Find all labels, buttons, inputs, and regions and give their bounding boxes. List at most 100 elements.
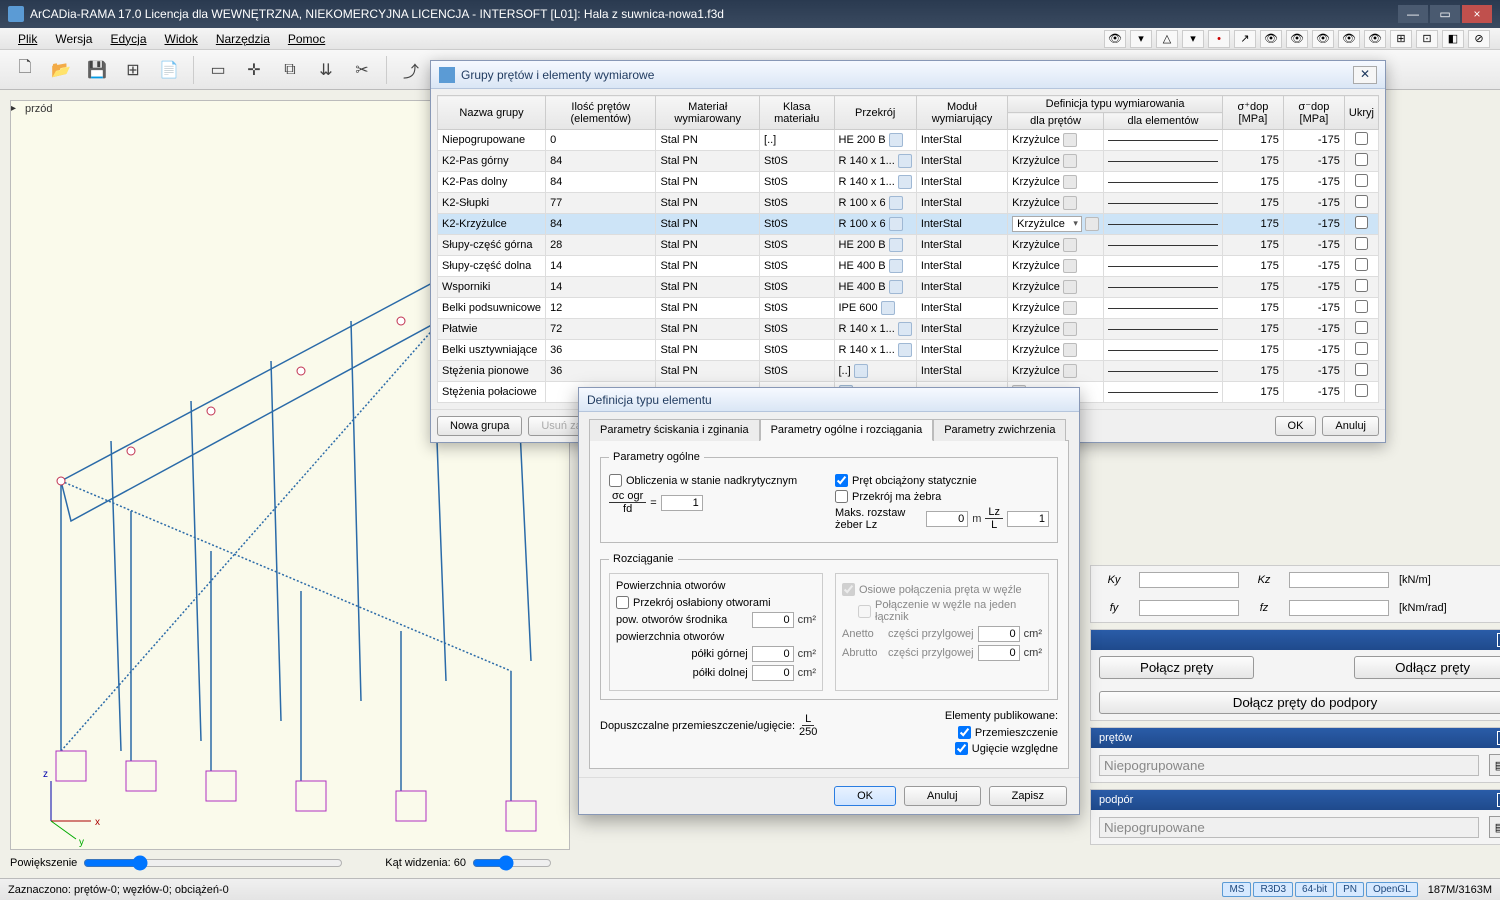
section-edit-icon[interactable] [881, 301, 895, 315]
def-edit-icon[interactable] [1063, 343, 1077, 357]
new-group-button[interactable]: Nowa grupa [437, 416, 522, 436]
element-def-line[interactable] [1108, 182, 1218, 183]
toolbar-view-12[interactable]: ⊞ [1390, 30, 1412, 48]
def-ok-button[interactable]: OK [834, 786, 896, 806]
table-row[interactable]: K2-Krzyżulce84Stal PNSt0SR 100 x 6 Inter… [438, 214, 1379, 235]
ribs-lz-field[interactable] [926, 511, 968, 527]
groups-ok-button[interactable]: OK [1275, 416, 1317, 436]
toolbar-view-2[interactable]: ▾ [1130, 30, 1152, 48]
toolbar-view-11[interactable]: 👁 [1364, 30, 1386, 48]
toolbar-view-10[interactable]: 👁 [1338, 30, 1360, 48]
attach-support-button[interactable]: Dołącz pręty do podpory [1099, 691, 1500, 714]
def-edit-icon[interactable] [1085, 217, 1099, 231]
section-edit-icon[interactable] [898, 175, 912, 189]
col-hide[interactable]: Ukryj [1344, 96, 1378, 130]
element-def-line[interactable] [1108, 161, 1218, 162]
toolbar-view-3[interactable]: △ [1156, 30, 1178, 48]
sigma-ratio-field[interactable] [661, 495, 703, 511]
def-edit-icon[interactable] [1063, 280, 1077, 294]
minimize-button[interactable]: — [1398, 5, 1428, 23]
col-count[interactable]: Ilość prętów (elementów) [546, 96, 656, 130]
hide-checkbox[interactable] [1355, 279, 1368, 292]
def-edit-icon[interactable] [1063, 301, 1077, 315]
toolbar-view-4[interactable]: ▾ [1182, 30, 1204, 48]
table-row[interactable]: Belki usztywniające36Stal PNSt0SR 140 x … [438, 340, 1379, 361]
maximize-button[interactable]: ▭ [1430, 5, 1460, 23]
col-material[interactable]: Materiał wymiarowany [656, 96, 760, 130]
fz-field[interactable] [1289, 600, 1389, 616]
table-row[interactable]: Stężenia pionowe36Stal PNSt0S[..] InterS… [438, 361, 1379, 382]
hide-checkbox[interactable] [1355, 237, 1368, 250]
tool-frame[interactable]: ▭ [203, 55, 233, 85]
element-def-line[interactable] [1108, 224, 1218, 225]
groups-close-button[interactable]: ✕ [1353, 66, 1377, 84]
tab-ltb[interactable]: Parametry zwichrzenia [933, 419, 1066, 441]
table-row[interactable]: Płatwie72Stal PNSt0SR 140 x 1... InterSt… [438, 319, 1379, 340]
hide-checkbox[interactable] [1355, 258, 1368, 271]
tool-cut[interactable]: ✂ [347, 55, 377, 85]
def-edit-icon[interactable] [1063, 322, 1077, 336]
hide-checkbox[interactable] [1355, 216, 1368, 229]
hide-checkbox[interactable] [1355, 153, 1368, 166]
top-flange-holes-field[interactable] [752, 646, 794, 662]
def-save-button[interactable]: Zapisz [989, 786, 1067, 806]
tool-grid[interactable]: ⊞ [118, 55, 148, 85]
col-name[interactable]: Nazwa grupy [438, 96, 546, 130]
table-row[interactable]: Wsporniki14Stal PNSt0SHE 400 B InterStal… [438, 277, 1379, 298]
element-def-line[interactable] [1108, 392, 1218, 393]
menu-wersja[interactable]: Wersja [47, 30, 100, 48]
element-def-line[interactable] [1108, 140, 1218, 141]
element-def-line[interactable] [1108, 350, 1218, 351]
hide-checkbox[interactable] [1355, 321, 1368, 334]
def-edit-icon[interactable] [1063, 238, 1077, 252]
col-sp[interactable]: σ⁺dop [MPa] [1222, 96, 1283, 130]
chk-displacement[interactable]: Przemieszczenie [835, 726, 1058, 739]
menu-plik[interactable]: Plik [10, 30, 45, 48]
toolbar-view-8[interactable]: 👁 [1286, 30, 1308, 48]
toolbar-view-7[interactable]: 👁 [1260, 30, 1282, 48]
toolbar-view-1[interactable]: 👁 [1104, 30, 1126, 48]
hide-checkbox[interactable] [1355, 300, 1368, 313]
section-edit-icon[interactable] [889, 217, 903, 231]
ribs-ratio-field[interactable] [1007, 511, 1049, 527]
save-file-button[interactable]: 💾 [82, 55, 112, 85]
kz-field[interactable] [1289, 572, 1389, 588]
toolbar-view-6[interactable]: ↗ [1234, 30, 1256, 48]
section-edit-icon[interactable] [898, 154, 912, 168]
col-def[interactable]: Definicja typu wymiarowania [1008, 96, 1223, 113]
col-module[interactable]: Moduł wymiarujący [916, 96, 1007, 130]
col-def-e[interactable]: dla elementów [1103, 113, 1222, 130]
section-edit-icon[interactable] [898, 322, 912, 336]
section-edit-icon[interactable] [889, 133, 903, 147]
new-file-button[interactable]: 🗋 [10, 55, 40, 85]
group-supports-combo[interactable] [1099, 817, 1479, 838]
col-def-p[interactable]: dla prętów [1008, 113, 1104, 130]
groups-table[interactable]: Nazwa grupy Ilość prętów (elementów) Mat… [437, 95, 1379, 403]
chk-static[interactable]: Pręt obciążony statycznie [835, 474, 1049, 487]
table-row[interactable]: Słupy-część dolna14Stal PNSt0SHE 400 B I… [438, 256, 1379, 277]
def-edit-icon[interactable] [1063, 154, 1077, 168]
ky-field[interactable] [1139, 572, 1239, 588]
element-def-line[interactable] [1108, 203, 1218, 204]
abrutto-field[interactable] [978, 645, 1020, 661]
def-edit-icon[interactable] [1063, 196, 1077, 210]
section-edit-icon[interactable] [898, 343, 912, 357]
toolbar-view-15[interactable]: ⊘ [1468, 30, 1490, 48]
fov-slider[interactable] [472, 855, 552, 871]
element-def-line[interactable] [1108, 329, 1218, 330]
hide-checkbox[interactable] [1355, 132, 1368, 145]
section-edit-icon[interactable] [889, 259, 903, 273]
section-edit-icon[interactable] [854, 364, 868, 378]
tool-coord[interactable]: ⤴ [396, 55, 426, 85]
chk-supercritical[interactable]: Obliczenia w stanie nadkrytycznym [609, 474, 823, 487]
def-cancel-button[interactable]: Anuluj [904, 786, 981, 806]
tool-load[interactable]: ⇊ [311, 55, 341, 85]
join-bars-button[interactable]: Połącz pręty [1099, 656, 1254, 679]
split-bars-button[interactable]: Odłącz pręty [1354, 656, 1500, 679]
section-edit-icon[interactable] [889, 280, 903, 294]
toolbar-view-9[interactable]: 👁 [1312, 30, 1334, 48]
table-row[interactable]: K2-Pas górny84Stal PNSt0SR 140 x 1... In… [438, 151, 1379, 172]
col-sm[interactable]: σ⁻dop [MPa] [1283, 96, 1344, 130]
element-def-line[interactable] [1108, 371, 1218, 372]
group-supports-edit-icon[interactable]: ▤ [1489, 816, 1500, 838]
